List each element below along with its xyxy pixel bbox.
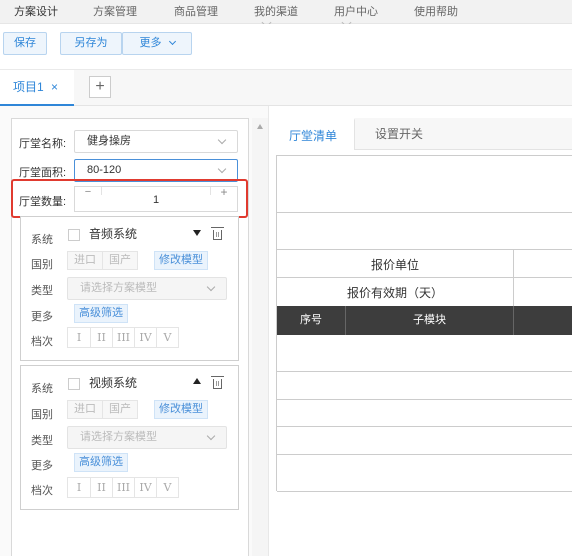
system-label: 系统 (31, 383, 53, 395)
modify-model-button[interactable]: 修改模型 (154, 251, 208, 270)
column-header-submodule: 子模块 (413, 314, 446, 326)
advanced-filter-button[interactable]: 高级筛选 (74, 453, 128, 472)
table-header: 序号 子模块 (277, 306, 572, 335)
origin-label: 国别 (31, 259, 53, 271)
system-checkbox[interactable] (68, 229, 80, 241)
close-icon[interactable]: × (51, 70, 58, 104)
grade-label: 档次 (31, 336, 53, 348)
menu-item-help[interactable]: 使用帮助 (414, 0, 458, 24)
table-row-line (277, 426, 572, 427)
chevron-down-icon (206, 282, 216, 292)
grade-option[interactable]: V (156, 478, 178, 497)
advanced-filter-button[interactable]: 高级筛选 (74, 304, 128, 323)
column-divider (513, 306, 514, 335)
trash-icon[interactable] (211, 376, 224, 389)
system-checkbox[interactable] (68, 378, 80, 390)
scheme-model-placeholder: 请选择方案模型 (80, 431, 157, 443)
column-header-index: 序号 (300, 314, 322, 326)
expand-triangle-icon[interactable] (193, 378, 201, 384)
grade-option[interactable]: II (90, 478, 112, 497)
origin-option-import[interactable]: 进口 (68, 401, 102, 418)
grade-option[interactable]: III (112, 478, 134, 497)
modify-model-button[interactable]: 修改模型 (154, 400, 208, 419)
hall-name-label: 厅堂名称: (19, 138, 67, 150)
table-divider (277, 212, 572, 213)
top-menu-bar: 方案设计 方案管理 商品管理 我的渠道 用户中心 使用帮助 (0, 0, 572, 28)
project-tab-bar: 项目1 × + (0, 70, 572, 106)
table-row-line (277, 371, 572, 372)
origin-option-domestic[interactable]: 国产 (102, 252, 137, 269)
menu-item-scheme-management[interactable]: 方案管理 (93, 0, 137, 24)
highlight-box (11, 179, 248, 218)
scheme-model-placeholder: 请选择方案模型 (80, 282, 157, 294)
more-label: 更多 (31, 460, 53, 472)
origin-toggle[interactable]: 进口 国产 (67, 400, 138, 419)
table-row-line (277, 454, 572, 455)
trash-icon[interactable] (211, 227, 224, 240)
save-button[interactable]: 保存 (3, 32, 47, 55)
collapse-triangle-icon[interactable] (193, 230, 201, 236)
grade-option[interactable]: I (68, 478, 90, 497)
hall-area-value: 80-120 (87, 164, 122, 176)
grade-option[interactable]: III (112, 328, 134, 347)
grade-label: 档次 (31, 485, 53, 497)
more-dropdown-button[interactable]: 更多 (122, 32, 192, 55)
grade-option[interactable]: II (90, 328, 112, 347)
tab-settings-switch[interactable]: 设置开关 (375, 118, 423, 150)
grade-selector[interactable]: I II III IV V (67, 477, 179, 498)
quote-validity-label: 报价有效期（天） (346, 286, 443, 300)
add-tab-button[interactable]: + (89, 76, 111, 98)
scheme-model-select[interactable]: 请选择方案模型 (67, 277, 227, 300)
system-label: 系统 (31, 234, 53, 246)
grade-option[interactable]: V (156, 328, 178, 347)
menu-item-product-management[interactable]: 商品管理 (174, 0, 218, 24)
chevron-down-icon (168, 37, 176, 46)
type-label: 类型 (31, 285, 53, 297)
grade-option[interactable]: IV (134, 478, 156, 497)
menu-item-scheme-design[interactable]: 方案设计 (14, 0, 58, 24)
chevron-down-icon (206, 431, 216, 441)
toolbar: 保存 另存为 更多 (0, 24, 572, 70)
grade-option[interactable]: IV (134, 328, 156, 347)
scroll-up-icon[interactable] (257, 124, 263, 129)
left-panel-scrollbar[interactable] (252, 118, 268, 556)
tab-hall-list[interactable]: 厅堂清单 (272, 118, 355, 150)
quote-unit-label: 报价单位 (370, 258, 419, 272)
table-divider (277, 277, 572, 278)
grade-option[interactable]: I (68, 328, 90, 347)
scheme-model-select[interactable]: 请选择方案模型 (67, 426, 227, 449)
hall-area-label: 厅堂面积: (19, 167, 67, 179)
hall-name-select[interactable]: 健身操房 (74, 130, 238, 153)
hall-name-value: 健身操房 (87, 135, 131, 147)
table-divider (277, 249, 572, 250)
origin-option-import[interactable]: 进口 (68, 252, 102, 269)
type-label: 类型 (31, 435, 53, 447)
menu-item-user-center[interactable]: 用户中心 (334, 0, 378, 24)
system-name: 视频系统 (89, 376, 138, 390)
table-row-line (277, 491, 572, 492)
table-row-line (277, 399, 572, 400)
project-tab[interactable]: 项目1 × (0, 70, 74, 106)
chevron-down-icon (217, 135, 227, 145)
origin-label: 国别 (31, 409, 53, 421)
quote-table: 报价单位 报价有效期（天） 序号 子模块 (276, 155, 572, 492)
chevron-down-icon (217, 164, 227, 174)
right-tab-bar: 厅堂清单 设置开关 (272, 118, 572, 150)
menu-item-my-channels[interactable]: 我的渠道 (254, 0, 298, 24)
system-card-audio: 系统 音频系统 国别 进口 国产 修改模型 类型 请选择方案模型 更多 高级筛选… (20, 216, 239, 361)
system-name: 音频系统 (89, 227, 138, 241)
origin-toggle[interactable]: 进口 国产 (67, 251, 138, 270)
more-button-label: 更多 (139, 37, 162, 49)
project-tab-label: 项目1 (13, 80, 44, 94)
more-label: 更多 (31, 311, 53, 323)
system-card-video: 系统 视频系统 国别 进口 国产 修改模型 类型 请选择方案模型 更多 高级筛选… (20, 365, 239, 510)
save-as-button[interactable]: 另存为 (60, 32, 122, 55)
table-divider (513, 249, 514, 306)
origin-option-domestic[interactable]: 国产 (102, 401, 137, 418)
grade-selector[interactable]: I II III IV V (67, 327, 179, 348)
